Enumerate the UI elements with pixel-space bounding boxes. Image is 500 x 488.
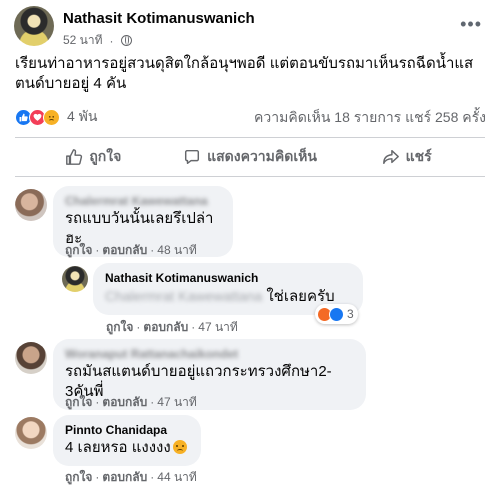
comment-time[interactable]: 48 นาที: [157, 243, 197, 257]
globe-icon: [120, 35, 132, 46]
comment-time[interactable]: 44 นาที: [157, 470, 197, 484]
comment-actions: ถูกใจ · ตอบกลับ · 48 นาที: [65, 241, 197, 260]
sad-reaction-icon: [43, 108, 60, 126]
comment-like-link[interactable]: ถูกใจ: [65, 243, 92, 257]
reaction-summary[interactable]: 4 พัน: [15, 106, 97, 128]
separator-dot: ·: [95, 395, 100, 409]
separator-dot: ·: [150, 470, 155, 484]
comment-time[interactable]: 47 นาที: [157, 395, 197, 409]
commenter-name[interactable]: Pinnto Chanidapa: [65, 422, 189, 438]
reply-actions: ถูกใจ · ตอบกลับ · 47 นาที: [106, 318, 238, 337]
post-time[interactable]: 52 นาที: [63, 31, 103, 50]
divider-top: [15, 137, 485, 138]
reply-reply-link[interactable]: ตอบกลับ: [143, 320, 188, 334]
like-button[interactable]: ถูกใจ: [15, 140, 172, 174]
commenter-name[interactable]: Woranaput Rattanachaikondet: [65, 346, 354, 362]
comment-icon: [185, 149, 200, 165]
comment-like-link[interactable]: ถูกใจ: [65, 470, 92, 484]
like-reaction-icon: [329, 306, 344, 322]
divider-bottom: [15, 176, 485, 177]
commenter-avatar[interactable]: [15, 417, 47, 449]
reply-reactions[interactable]: 3: [315, 304, 358, 324]
comment-like-link[interactable]: ถูกใจ: [65, 395, 92, 409]
action-bar: ถูกใจ แสดงความคิดเห็น แชร์: [15, 140, 485, 174]
reaction-count[interactable]: 4 พัน: [67, 106, 97, 128]
comment-text: 4 เลยหรอ แงงงง: [65, 439, 171, 456]
separator-dot: ·: [150, 243, 155, 257]
comment-reply-link[interactable]: ตอบกลับ: [102, 395, 147, 409]
comment-actions: ถูกใจ · ตอบกลับ · 47 นาที: [65, 393, 197, 412]
comment-label: แสดงความคิดเห็น: [207, 148, 317, 164]
post-stats[interactable]: ความคิดเห็น 18 รายการ แชร์ 258 ครั้ง: [254, 107, 486, 129]
separator-dot: ·: [136, 320, 141, 334]
post-text: เรียนท่าอาหารอยู่สวนดุสิตใกล้อนุฯพอดี แต…: [15, 55, 474, 92]
author-avatar[interactable]: [14, 6, 54, 46]
facebook-post: Nathasit Kotimanuswanich 52 นาที · ••• เ…: [0, 0, 500, 488]
meta-separator: ·: [109, 33, 114, 48]
reply-author-name[interactable]: Nathasit Kotimanuswanich: [105, 270, 351, 286]
comment-actions: ถูกใจ · ตอบกลับ · 44 นาที: [65, 468, 197, 487]
separator-dot: ·: [191, 320, 196, 334]
author-name[interactable]: Nathasit Kotimanuswanich: [63, 10, 255, 27]
commenter-avatar[interactable]: [15, 189, 47, 221]
share-label: แชร์: [405, 148, 432, 164]
separator-dot: ·: [95, 470, 100, 484]
share-button[interactable]: แชร์: [328, 140, 485, 174]
commenter-avatar[interactable]: [15, 342, 47, 374]
reply-time[interactable]: 47 นาที: [198, 320, 238, 334]
post-meta: 52 นาที ·: [63, 31, 132, 50]
commenter-name[interactable]: Chalermrat Kawewattana: [65, 193, 221, 209]
reply-like-link[interactable]: ถูกใจ: [106, 320, 133, 334]
reply-mention[interactable]: Chalermrat Kawewattana: [105, 288, 262, 304]
reply-text: ใช่เลยครับ: [266, 288, 335, 305]
comment-reply-link[interactable]: ตอบกลับ: [102, 470, 147, 484]
comment-button[interactable]: แสดงความคิดเห็น: [172, 140, 329, 174]
comment-bubble: Pinnto Chanidapa 4 เลยหรอ แงงงง: [53, 415, 201, 466]
thumbs-up-icon: [66, 149, 83, 165]
like-label: ถูกใจ: [89, 148, 122, 164]
reply-reaction-count: 3: [347, 307, 354, 321]
share-icon: [382, 149, 399, 165]
comment-reply-link[interactable]: ตอบกลับ: [102, 243, 147, 257]
more-options-icon[interactable]: •••: [460, 14, 482, 35]
separator-dot: ·: [150, 395, 155, 409]
sad-face-emoji-icon: [172, 440, 187, 454]
reply-avatar[interactable]: [62, 266, 88, 292]
separator-dot: ·: [95, 243, 100, 257]
